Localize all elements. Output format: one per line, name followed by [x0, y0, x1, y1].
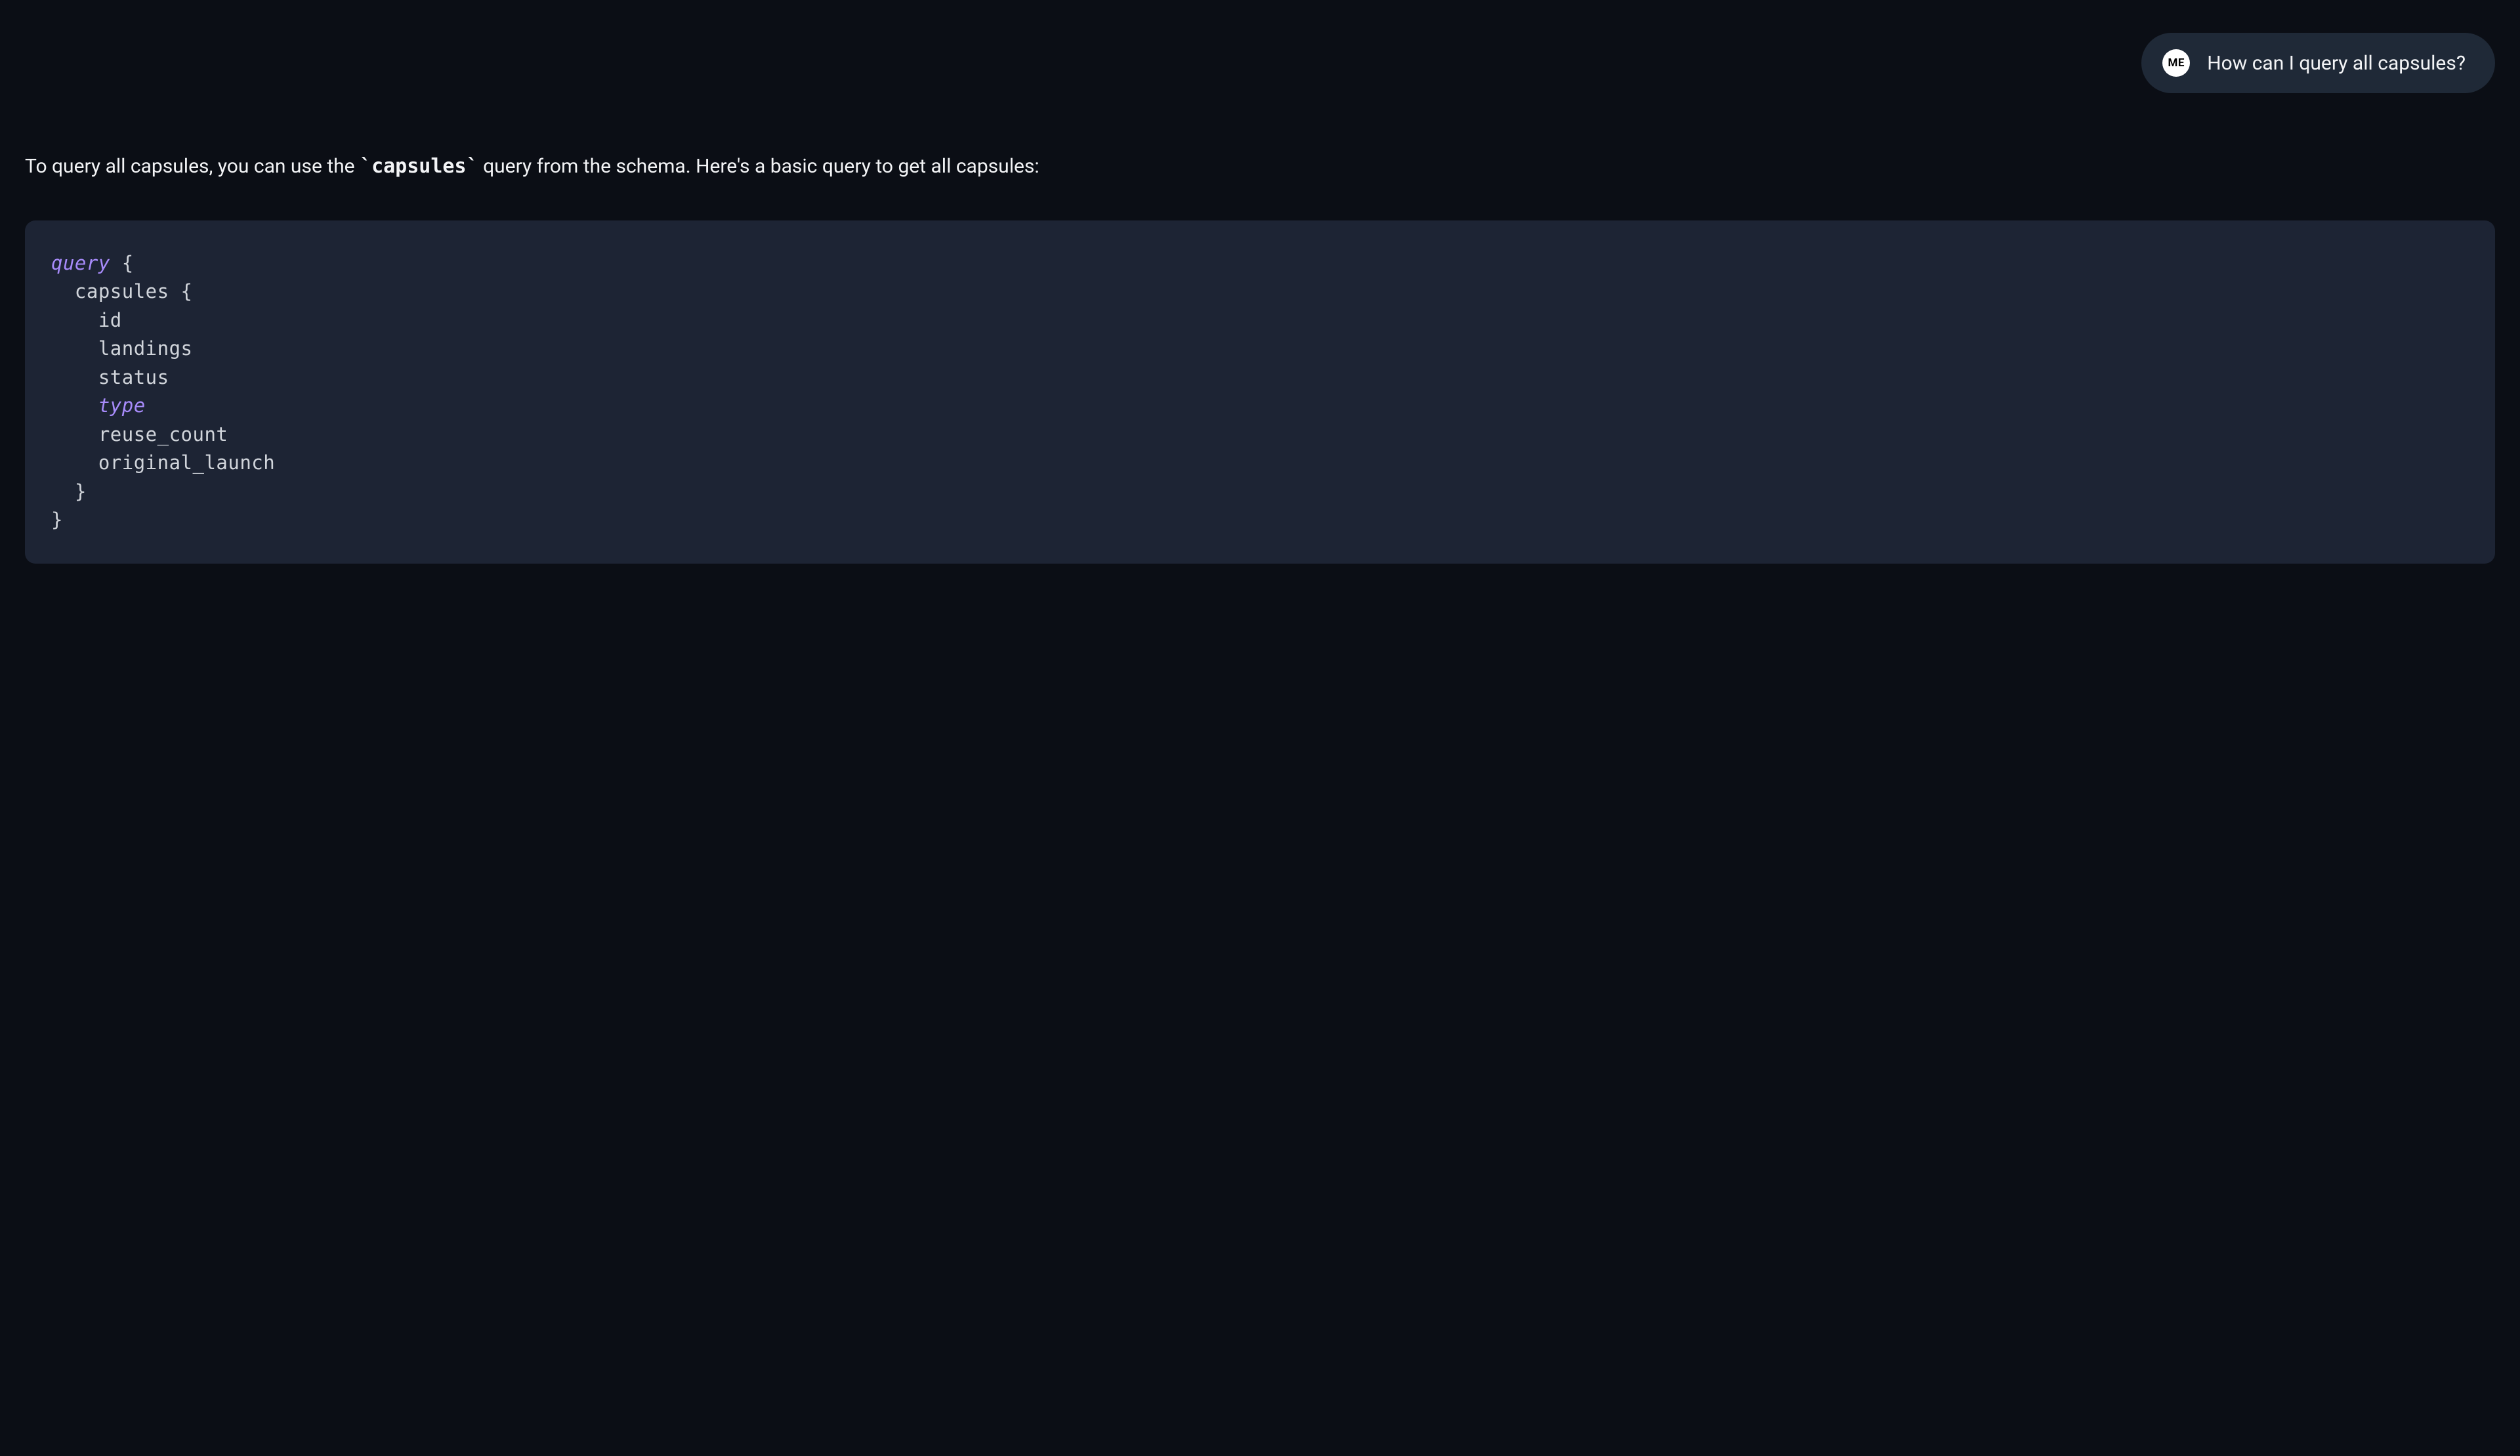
assistant-response-text: To query all capsules, you can use the `… [25, 152, 2495, 181]
user-message-row: ME How can I query all capsules? [25, 33, 2495, 93]
code-block[interactable]: query { capsules { id landings status ty… [25, 220, 2495, 564]
code-line: status [51, 364, 2469, 392]
code-line: capsules { [51, 278, 2469, 306]
code-line: original_launch [51, 449, 2469, 478]
backtick: ` [467, 155, 478, 178]
user-message-text: How can I query all capsules? [2207, 52, 2466, 75]
code-line: landings [51, 335, 2469, 364]
code-line: type [51, 392, 2469, 421]
avatar-label: ME [2168, 56, 2184, 70]
user-avatar: ME [2162, 49, 2190, 77]
response-text-1: To query all capsules, you can use the [25, 155, 360, 178]
code-keyword: query [51, 252, 110, 274]
code-indent [51, 394, 98, 417]
code-line: reuse_count [51, 421, 2469, 449]
code-text: { [110, 252, 134, 274]
code-line: query { [51, 249, 2469, 278]
code-keyword: type [98, 394, 146, 417]
code-line: } [51, 506, 2469, 535]
code-line: } [51, 478, 2469, 507]
inline-code: capsules [371, 155, 467, 178]
backtick: ` [360, 155, 371, 178]
response-text-2: query from the schema. Here's a basic qu… [478, 155, 1040, 178]
user-message-bubble: ME How can I query all capsules? [2141, 33, 2495, 93]
code-line: id [51, 306, 2469, 335]
